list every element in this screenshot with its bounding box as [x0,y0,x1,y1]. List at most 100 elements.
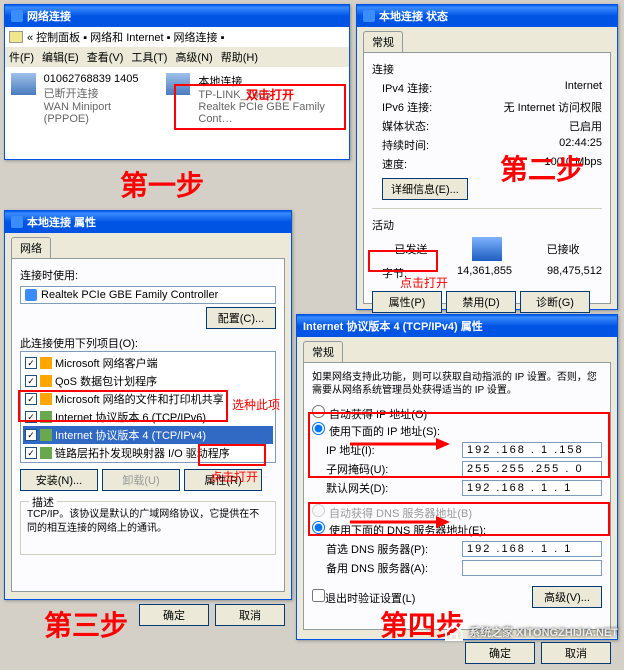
dns2-label: 备用 DNS 服务器(A): [326,560,428,576]
ipv4-value: Internet [565,80,602,96]
gateway-input[interactable] [462,480,602,496]
title: 网络连接 [27,8,71,24]
section-activity-label: 活动 [372,217,602,233]
title: 本地连接 属性 [27,214,96,230]
item-label: QoS 数据包计划程序 [55,373,157,389]
ipv6-label: IPv6 连接: [382,99,432,115]
conn-name: 01062768839 1405 [44,73,146,85]
menu-help[interactable]: 帮助(H) [221,49,258,65]
annotation-click-open: 点击打开 [400,274,448,291]
activity-icon [472,237,502,261]
gateway-label: 默认网关(D): [326,480,388,496]
highlight-box [198,444,266,466]
items-label: 此连接使用下列项目(O): [20,335,276,351]
recv-value: 98,475,512 [547,265,602,281]
speed-label: 速度: [382,156,407,172]
uninstall-button[interactable]: 卸载(U) [102,469,180,491]
sent-value: 14,361,855 [457,265,512,277]
watermark: 系统之家 XITONGZHIJIA.NET [443,622,618,642]
duration-label: 持续时间: [382,137,429,153]
tab-body: 连接时使用: Realtek PCIe GBE Family Controlle… [11,258,285,592]
menu-advanced[interactable]: 高级(N) [175,49,212,65]
menu-tools[interactable]: 工具(T) [131,49,167,65]
adapter-name: Realtek PCIe GBE Family Controller [41,289,218,301]
annotation-click-open-2: 点击打开 [210,468,258,485]
tab-strip: 常规 [357,27,617,52]
titlebar[interactable]: 本地连接 状态 [357,5,617,27]
details-button[interactable]: 详细信息(E)... [382,178,468,200]
arrow-icon [350,514,450,530]
checkbox-icon[interactable]: ✓ [25,429,37,441]
network-connections-window: 网络连接 « 控制面板 ▪ 网络和 Internet ▪ 网络连接 ▪ 件(F)… [4,4,350,160]
folder-icon [9,31,23,43]
connection-wan[interactable]: 01062768839 1405 已断开连接 WAN Miniport (PPP… [11,73,146,153]
address-bar[interactable]: « 控制面板 ▪ 网络和 Internet ▪ 网络连接 ▪ [5,27,349,47]
dns2-input[interactable] [462,560,602,576]
address-text: « 控制面板 ▪ 网络和 Internet ▪ 网络连接 ▪ [27,29,225,45]
item-label: Microsoft 网络客户端 [55,355,158,371]
tab-strip: 常规 [297,337,617,362]
dns1-input[interactable] [462,541,602,557]
annotation-dbl-open: 双击打开 [246,86,294,103]
tab-body: 如果网络支持此功能，则可以获取自动指派的 IP 设置。否则，您需要从网络系统管理… [303,362,611,630]
media-label: 媒体状态: [382,118,429,134]
menu-file[interactable]: 件(F) [9,49,34,65]
install-button[interactable]: 安装(N)... [20,469,98,491]
validate-checkbox[interactable]: 退出时验证设置(L) [312,589,415,606]
tab-general[interactable]: 常规 [363,31,403,52]
configure-button[interactable]: 配置(C)... [206,307,276,329]
list-item[interactable]: ✓ QoS 数据包计划程序 [23,372,273,390]
list-item-selected[interactable]: ✓ Internet 协议版本 4 (TCP/IPv4) [23,426,273,444]
cancel-button[interactable]: 取消 [215,604,285,626]
description-label: 描述 [29,494,57,510]
dns1-label: 首选 DNS 服务器(P): [326,541,428,557]
ipv4-label: IPv4 连接: [382,80,432,96]
description-text: TCP/IP。该协议是默认的广域网络协议，它提供在不同的相互连接的网络上的通讯。 [27,508,269,536]
menu-view[interactable]: 查看(V) [87,49,124,65]
titlebar[interactable]: 本地连接 属性 [5,211,291,233]
nic-icon [25,289,37,301]
highlight-box [368,250,438,272]
tab-network[interactable]: 网络 [11,237,51,258]
annotation-select-this: 选种此项 [232,396,280,413]
checkbox-icon[interactable]: ✓ [25,447,37,459]
menu-bar: 件(F) 编辑(E) 查看(V) 工具(T) 高级(N) 帮助(H) [5,47,349,67]
ok-button[interactable]: 确定 [139,604,209,626]
step2-label: 第二步 [500,148,584,188]
conn-status: 已断开连接 [44,85,146,101]
step1-label: 第一步 [120,164,204,204]
diagnose-button[interactable]: 诊断(G) [520,291,590,313]
adapter-field: Realtek PCIe GBE Family Controller [20,286,276,304]
section-connection-label: 连接 [372,61,602,77]
tab-strip: 网络 [5,233,291,258]
advanced-button[interactable]: 高级(V)... [532,586,602,608]
checkbox-icon[interactable]: ✓ [25,375,37,387]
titlebar[interactable]: Internet 协议版本 4 (TCP/IPv4) 属性 [297,315,617,337]
arrow-icon [350,436,450,452]
conn-device: WAN Miniport (PPPOE) [44,101,146,125]
media-value: 已启用 [569,118,602,134]
cancel-button[interactable]: 取消 [541,642,611,664]
connect-using-label: 连接时使用: [20,267,276,283]
tab-general[interactable]: 常规 [303,341,343,362]
titlebar[interactable]: 网络连接 [5,5,349,27]
component-icon [40,429,52,441]
item-label: Internet 协议版本 4 (TCP/IPv4) [55,427,206,443]
menu-edit[interactable]: 编辑(E) [42,49,79,65]
list-item[interactable]: ✓ Microsoft 网络客户端 [23,354,273,372]
nic-icon [11,73,36,95]
disable-button[interactable]: 禁用(D) [446,291,516,313]
highlight-box [18,390,228,422]
app-icon [11,216,23,228]
intro-text: 如果网络支持此功能，则可以获取自动指派的 IP 设置。否则，您需要从网络系统管理… [312,371,602,397]
component-icon [40,357,52,369]
house-icon [443,622,465,642]
title: 本地连接 状态 [379,8,448,24]
properties-button[interactable]: 属性(P) [372,291,442,313]
ok-button[interactable]: 确定 [465,642,535,664]
app-icon [11,10,23,22]
step3-label: 第三步 [44,604,128,644]
checkbox-icon[interactable]: ✓ [25,357,37,369]
title: Internet 协议版本 4 (TCP/IPv4) 属性 [303,318,483,334]
recv-label: 已接收 [547,241,580,257]
